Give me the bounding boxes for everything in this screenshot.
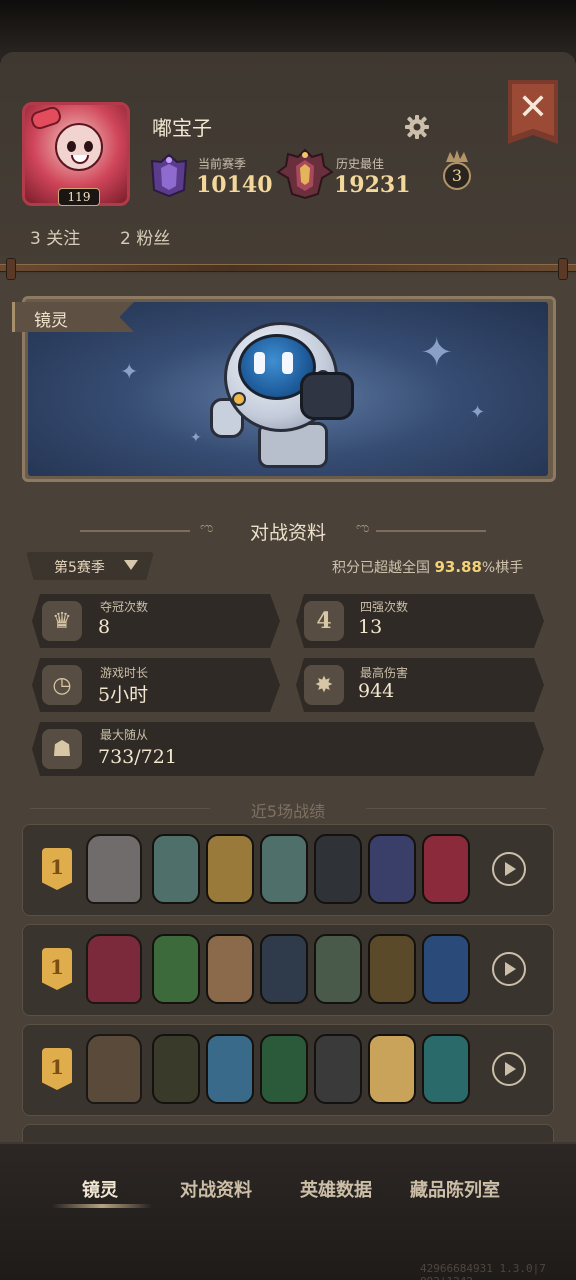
season-rank-icon bbox=[150, 153, 188, 198]
gear-icon[interactable] bbox=[404, 114, 430, 140]
tab-collection-room[interactable]: 藏品陈列室 bbox=[410, 1176, 500, 1202]
bottom-tab-bar bbox=[0, 1142, 576, 1280]
sparkle-icon: ✦ bbox=[120, 360, 139, 385]
swirl-ornament-icon: ಌ bbox=[356, 520, 370, 536]
chevron-down-icon bbox=[124, 560, 138, 570]
hero-portrait bbox=[86, 934, 142, 1004]
unit-portrait bbox=[260, 1034, 308, 1104]
stat-value: 944 bbox=[358, 680, 395, 702]
clock-icon: ◷ bbox=[42, 665, 82, 705]
battle-data-title: 对战资料 bbox=[249, 522, 326, 544]
crown-icon: ♛ bbox=[42, 601, 82, 641]
top-backdrop bbox=[0, 0, 576, 60]
season-dropdown-label: 第5赛季 bbox=[54, 560, 105, 576]
title-divider bbox=[376, 530, 486, 532]
best-score: 19231 bbox=[334, 172, 411, 198]
following-count[interactable]: 3 关注 bbox=[30, 224, 80, 249]
place-badge: 1 bbox=[42, 848, 72, 890]
sparkle-icon: ✦ bbox=[420, 330, 454, 376]
robot-light bbox=[232, 392, 246, 406]
unit-portrait bbox=[206, 934, 254, 1004]
current-season-score: 10140 bbox=[196, 172, 273, 198]
close-icon: ✕ bbox=[517, 87, 549, 128]
play-icon bbox=[505, 962, 516, 976]
avatar-bow bbox=[28, 105, 64, 132]
recent-divider bbox=[366, 808, 546, 809]
best-label: 历史最佳 bbox=[336, 157, 385, 171]
unit-portrait bbox=[422, 1034, 470, 1104]
unit-portrait bbox=[260, 934, 308, 1004]
tab-battle-data[interactable]: 对战资料 bbox=[180, 1176, 252, 1202]
play-icon bbox=[505, 1062, 516, 1076]
close-button[interactable]: ✕ bbox=[508, 80, 558, 144]
current-season-label: 当前赛季 bbox=[198, 157, 247, 171]
rope-divider bbox=[0, 264, 576, 272]
unit-portrait bbox=[206, 1034, 254, 1104]
rank-percentile: 积分已超越全国 93.88%棋手 bbox=[332, 557, 523, 577]
unit-portrait bbox=[152, 934, 200, 1004]
rope-peg bbox=[6, 258, 16, 280]
top-four-icon: 4 bbox=[304, 601, 344, 641]
unit-portrait bbox=[152, 834, 200, 904]
crown-count: 3 bbox=[443, 162, 471, 190]
username: 嘟宝子 bbox=[152, 116, 212, 140]
minion-icon: ☗ bbox=[42, 729, 82, 769]
unit-portrait bbox=[314, 934, 362, 1004]
damage-star-icon: ✸ bbox=[304, 665, 344, 705]
place-badge: 1 bbox=[42, 948, 72, 990]
stat-value: 5小时 bbox=[98, 684, 149, 706]
unit-portrait bbox=[422, 934, 470, 1004]
avatar-eye bbox=[84, 141, 93, 152]
stat-label: 最大随从 bbox=[100, 728, 149, 742]
unit-portrait bbox=[314, 834, 362, 904]
unit-portrait bbox=[368, 934, 416, 1004]
recent-matches-title: 近5场战绩 bbox=[250, 802, 326, 821]
robot-eye bbox=[282, 352, 293, 374]
mirror-spirit-tag bbox=[12, 302, 134, 332]
hero-portrait bbox=[86, 834, 142, 904]
unit-portrait bbox=[368, 1034, 416, 1104]
stat-value: 13 bbox=[358, 616, 383, 638]
stat-value: 8 bbox=[98, 616, 111, 638]
unit-portrait bbox=[206, 834, 254, 904]
avatar-eye bbox=[67, 141, 76, 152]
sparkle-icon: ✦ bbox=[190, 430, 202, 446]
build-id: 42966684931 1.3.0|7 092|1242 bbox=[420, 1262, 546, 1280]
rank-suffix: %棋手 bbox=[481, 560, 524, 576]
stat-label: 夺冠次数 bbox=[100, 600, 149, 614]
best-rank-icon bbox=[276, 148, 334, 200]
play-icon bbox=[505, 862, 516, 876]
robot-eye bbox=[254, 352, 265, 374]
avatar-mouth bbox=[71, 155, 89, 164]
stat-value: 733/721 bbox=[98, 746, 177, 768]
sparkle-icon: ✦ bbox=[470, 402, 486, 423]
unit-portrait bbox=[314, 1034, 362, 1104]
stat-label: 最高伤害 bbox=[360, 666, 409, 680]
place-badge: 1 bbox=[42, 1048, 72, 1090]
replay-button[interactable] bbox=[492, 852, 526, 886]
unit-portrait bbox=[368, 834, 416, 904]
avatar-face bbox=[55, 123, 103, 171]
active-tab-indicator bbox=[52, 1204, 152, 1208]
mirror-spirit-robot-fist bbox=[300, 372, 354, 420]
replay-button[interactable] bbox=[492, 952, 526, 986]
tab-hero-data[interactable]: 英雄数据 bbox=[300, 1176, 372, 1202]
level-badge: 119 bbox=[58, 188, 100, 206]
unit-portrait bbox=[422, 834, 470, 904]
hero-portrait bbox=[86, 1034, 142, 1104]
stat-label: 游戏时长 bbox=[100, 666, 149, 680]
unit-portrait bbox=[152, 1034, 200, 1104]
rope-peg bbox=[558, 258, 568, 280]
tab-mirror-spirit[interactable]: 镜灵 bbox=[82, 1176, 118, 1202]
rank-prefix: 积分已超越全国 bbox=[332, 560, 435, 576]
rank-percent-value: 93.88 bbox=[434, 558, 482, 576]
replay-button[interactable] bbox=[492, 1052, 526, 1086]
unit-portrait bbox=[260, 834, 308, 904]
stat-label: 四强次数 bbox=[360, 600, 409, 614]
fans-count[interactable]: 2 粉丝 bbox=[120, 224, 170, 249]
mirror-spirit-tag-label: 镜灵 bbox=[34, 311, 68, 331]
